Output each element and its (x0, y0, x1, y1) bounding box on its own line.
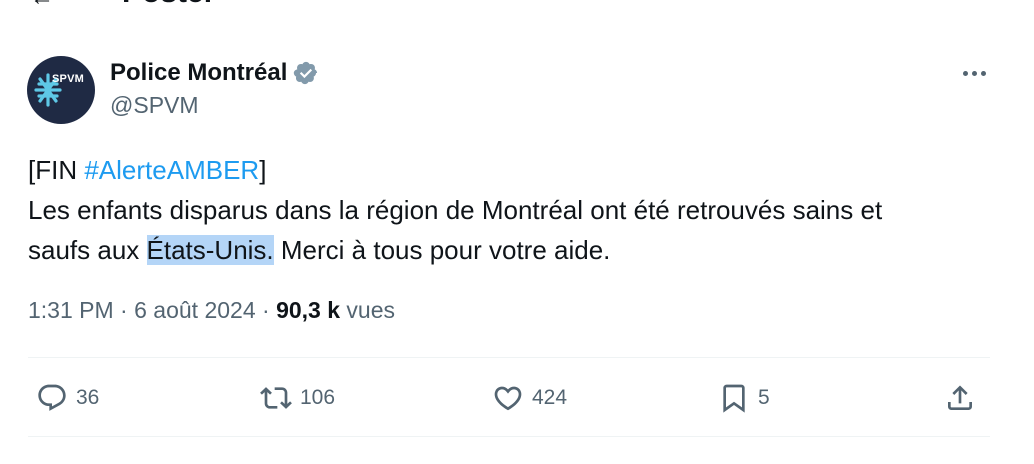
avatar-text: SPVM (52, 73, 84, 85)
verified-badge-icon[interactable] (293, 60, 319, 86)
repost-button[interactable]: 106 (260, 376, 335, 420)
like-button[interactable]: 424 (492, 376, 567, 420)
selected-text: États-Unis. (146, 235, 274, 265)
bookmark-icon (723, 384, 745, 413)
share-button[interactable] (944, 376, 976, 420)
meta-separator: · (113, 297, 135, 323)
author-display-name[interactable]: Police Montréal (110, 59, 287, 87)
tweet-text: [FIN #AlerteAMBER] Les enfants disparus … (28, 150, 998, 270)
tweet-line: saufs aux États-Unis. Merci à tous pour … (28, 230, 998, 270)
bookmark-count: 5 (758, 386, 770, 409)
tweet-text-segment: [FIN (28, 155, 85, 185)
tweet-time[interactable]: 1:31 PM (28, 297, 114, 323)
repost-icon (260, 387, 292, 409)
page-header: ← Poster (0, 0, 1034, 11)
tweet-line: [FIN #AlerteAMBER] (28, 150, 998, 190)
views-count: 90,3 k (276, 297, 341, 323)
reply-button[interactable]: 36 (36, 376, 99, 420)
reply-count: 36 (76, 386, 100, 409)
author-handle[interactable]: @SPVM (110, 92, 199, 119)
divider (28, 436, 990, 437)
divider (28, 357, 990, 358)
tweet-text-segment: Merci à tous pour votre aide. (273, 235, 611, 265)
tweet-text-segment: saufs aux (28, 235, 147, 265)
like-count: 424 (532, 386, 568, 409)
reply-icon (38, 384, 66, 411)
repost-count: 106 (300, 386, 336, 409)
views-label: vues (340, 297, 396, 323)
tweet-line: Les enfants disparus dans la région de M… (28, 195, 883, 225)
more-horizontal-icon[interactable] (958, 58, 990, 88)
tweet-meta: 1:31 PM · 6 août 2024 · 90,3 k vues (28, 297, 395, 324)
heart-icon (494, 386, 522, 411)
arrow-left-icon[interactable]: ← (30, 0, 54, 12)
spvm-logo-icon (34, 73, 62, 107)
avatar[interactable]: SPVM (27, 56, 95, 124)
meta-separator: · (255, 297, 277, 323)
page-title: Poster (122, 0, 215, 10)
action-bar: 36 106 424 5 (28, 376, 990, 420)
share-icon (948, 385, 972, 410)
author-name-row: Police Montréal (110, 58, 319, 88)
hashtag-link[interactable]: #AlerteAMBER (84, 155, 259, 185)
tweet-text-segment: ] (259, 155, 267, 185)
bookmark-button[interactable]: 5 (718, 376, 770, 420)
tweet-date[interactable]: 6 août 2024 (134, 297, 256, 323)
